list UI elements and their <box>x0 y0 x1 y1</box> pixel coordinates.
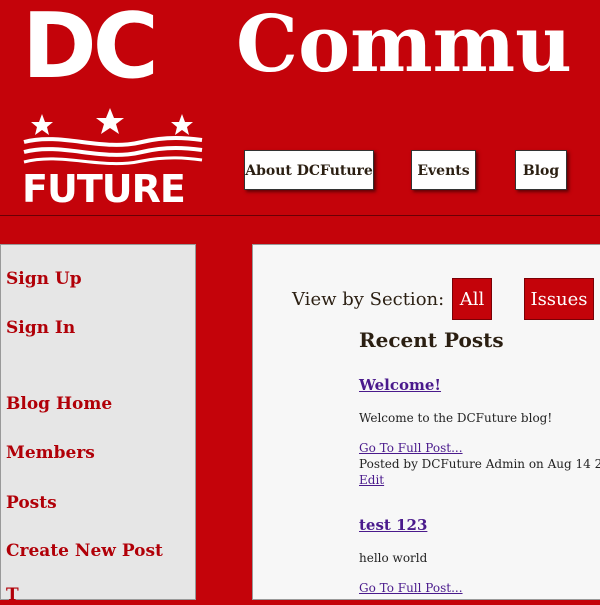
main-content: View by Section: All Issues Recent Posts… <box>252 244 600 600</box>
site-header: DC FUTURE Commu About DCFuture Events Bl… <box>0 0 600 216</box>
edit-post-link[interactable]: Edit <box>359 473 384 487</box>
view-by-section-label: View by Section: <box>292 289 445 310</box>
go-to-full-post-link[interactable]: Go To Full Post... <box>359 581 463 595</box>
nav-blog-button[interactable]: Blog <box>515 150 567 190</box>
logo-dc-text: DC <box>22 0 159 99</box>
sidebar-item-sign-in[interactable]: Sign In <box>6 318 75 338</box>
post-body: hello world <box>359 551 428 565</box>
dcfuture-logo[interactable]: DC FUTURE <box>22 2 204 211</box>
filter-issues-button[interactable]: Issues <box>524 278 594 320</box>
site-title: Commu <box>236 0 572 90</box>
filter-all-button[interactable]: All <box>452 278 492 320</box>
recent-posts-heading: Recent Posts <box>359 328 504 352</box>
sidebar-item-blog-home[interactable]: Blog Home <box>6 394 112 414</box>
nav-about-button[interactable]: About DCFuture <box>244 150 374 190</box>
go-to-full-post-link[interactable]: Go To Full Post... <box>359 441 463 455</box>
post-title[interactable]: Welcome! <box>359 376 441 394</box>
post-title[interactable]: test 123 <box>359 516 427 534</box>
post-body: Welcome to the DCFuture blog! <box>359 411 553 425</box>
sidebar-item-posts[interactable]: Posts <box>6 493 57 513</box>
post-meta: Posted by DCFuture Admin on Aug 14 2015 <box>359 457 600 471</box>
sidebar-item-create-new-post[interactable]: Create New Post <box>6 541 163 561</box>
logo-future-text: FUTURE <box>22 167 186 211</box>
sidebar-item-partial[interactable]: T <box>6 585 19 605</box>
nav-events-button[interactable]: Events <box>411 150 476 190</box>
sidebar: Sign Up Sign In Blog Home Members Posts … <box>0 244 196 605</box>
sidebar-item-members[interactable]: Members <box>6 443 95 463</box>
sidebar-item-sign-up[interactable]: Sign Up <box>6 269 82 289</box>
